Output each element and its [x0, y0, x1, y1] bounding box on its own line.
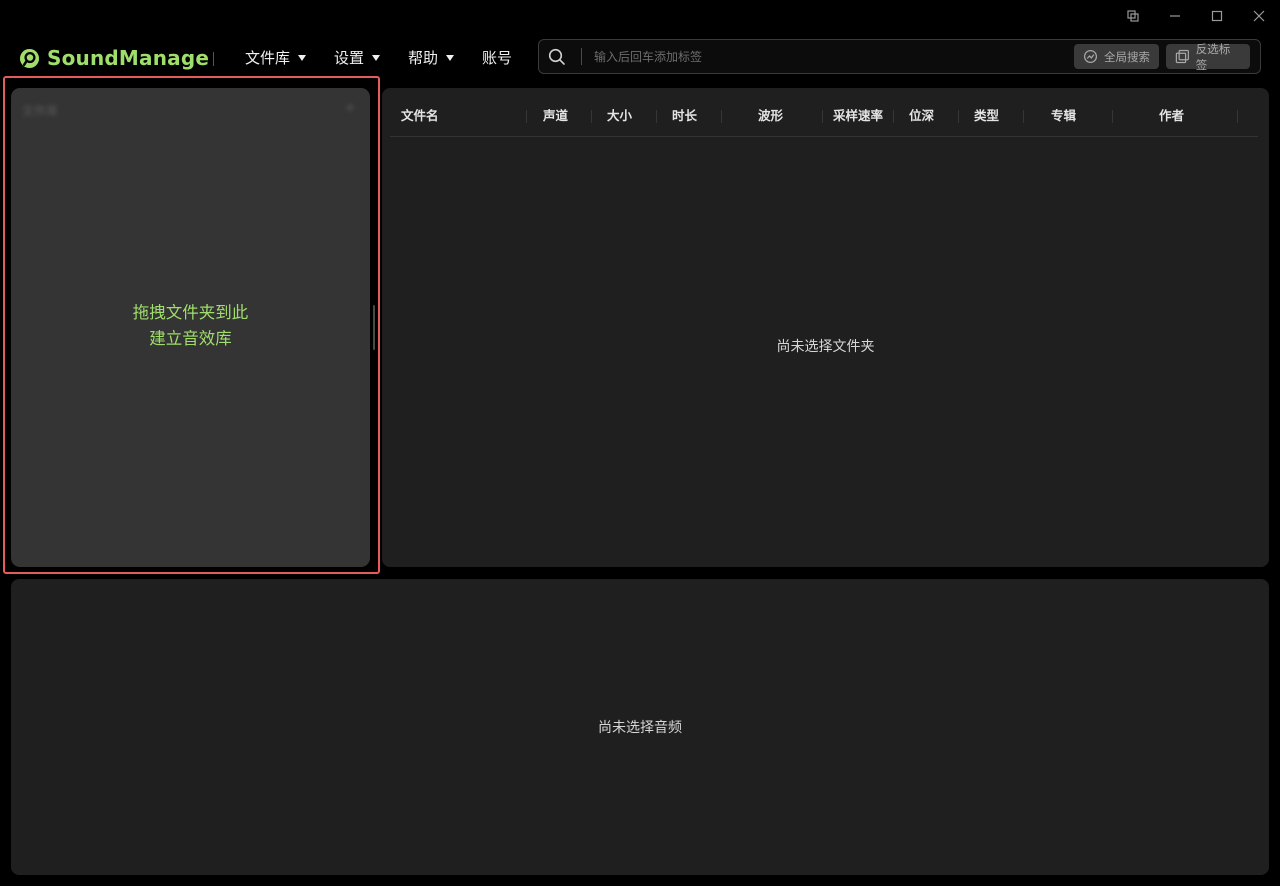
- app-name: SoundManage: [47, 46, 210, 70]
- column-divider[interactable]: [656, 110, 657, 123]
- nav-account[interactable]: 账号: [482, 46, 512, 68]
- nav-settings-label: 设置: [334, 48, 365, 67]
- column-divider[interactable]: [1023, 110, 1024, 123]
- chevron-down-icon: [372, 55, 381, 61]
- main-nav: 文件库 设置 帮助 账号: [245, 46, 540, 68]
- header-divider: [213, 52, 214, 66]
- column-header-channels[interactable]: 声道: [543, 100, 568, 132]
- tag-input[interactable]: [594, 44, 1064, 69]
- global-search-label: 全局搜索: [1104, 49, 1150, 64]
- tag-search-bar: 全局搜索 反选标签: [538, 39, 1261, 74]
- file-table-panel: 文件名 声道 大小 时长 波形 采样速率 位深 类型 专辑 作者 尚未选择文件夹: [382, 88, 1269, 567]
- column-header-bit-depth[interactable]: 位深: [909, 100, 934, 132]
- column-header-sample-rate[interactable]: 采样速率: [833, 100, 883, 132]
- library-drop-hint: 拖拽文件夹到此 建立音效库: [11, 300, 370, 352]
- invert-tags-button[interactable]: 反选标签: [1166, 42, 1250, 72]
- column-divider[interactable]: [958, 110, 959, 123]
- nav-settings-menu[interactable]: 设置: [334, 46, 381, 68]
- invert-select-icon: [1175, 49, 1189, 64]
- global-search-icon: [1083, 49, 1098, 64]
- global-search-button[interactable]: 全局搜索: [1074, 44, 1159, 69]
- logo-icon: [19, 48, 40, 68]
- header: SoundManage 文件库 设置 帮助 账号 输入后回车添加标签 全局搜索 …: [0, 36, 1280, 78]
- nav-library-menu[interactable]: 文件库: [245, 46, 307, 68]
- column-divider[interactable]: [1112, 110, 1113, 123]
- restore-window-icon[interactable]: [1112, 0, 1154, 32]
- column-header-filename[interactable]: 文件名: [401, 100, 439, 132]
- app-logo: SoundManage: [19, 46, 209, 70]
- library-panel-title: 文件库: [22, 104, 59, 118]
- column-divider[interactable]: [822, 110, 823, 123]
- panel-resize-handle[interactable]: [373, 305, 375, 350]
- column-divider[interactable]: [526, 110, 527, 123]
- search-icon[interactable]: [548, 48, 566, 66]
- column-divider[interactable]: [721, 110, 722, 123]
- window-controls: [1112, 0, 1280, 32]
- maximize-icon[interactable]: [1196, 0, 1238, 32]
- audio-empty-state: 尚未选择音频: [598, 720, 682, 736]
- column-header-type[interactable]: 类型: [974, 100, 999, 132]
- search-divider: [581, 48, 582, 65]
- column-header-waveform[interactable]: 波形: [758, 100, 783, 132]
- file-table-header: 文件名 声道 大小 时长 波形 采样速率 位深 类型 专辑 作者: [390, 100, 1258, 137]
- column-header-size[interactable]: 大小: [607, 100, 632, 132]
- drop-hint-line2: 建立音效库: [149, 329, 232, 348]
- chevron-down-icon: [446, 55, 455, 61]
- column-header-album[interactable]: 专辑: [1051, 100, 1076, 132]
- minimize-icon[interactable]: [1154, 0, 1196, 32]
- add-library-icon[interactable]: +: [344, 100, 356, 116]
- column-divider[interactable]: [591, 110, 592, 123]
- column-divider[interactable]: [893, 110, 894, 123]
- library-drop-zone[interactable]: 文件库 + 拖拽文件夹到此 建立音效库: [11, 88, 370, 567]
- nav-account-label: 账号: [482, 48, 513, 67]
- file-table-empty-state: 尚未选择文件夹: [776, 339, 875, 355]
- invert-tags-label: 反选标签: [1195, 41, 1231, 72]
- close-icon[interactable]: [1238, 0, 1280, 32]
- chevron-down-icon: [298, 55, 307, 61]
- drop-hint-line1: 拖拽文件夹到此: [132, 303, 249, 322]
- column-divider[interactable]: [1237, 110, 1238, 123]
- audio-detail-panel: 尚未选择音频: [11, 579, 1269, 875]
- column-header-duration[interactable]: 时长: [672, 100, 697, 132]
- nav-help-label: 帮助: [408, 48, 439, 67]
- column-header-author[interactable]: 作者: [1159, 100, 1184, 132]
- nav-help-menu[interactable]: 帮助: [408, 46, 455, 68]
- nav-library-label: 文件库: [245, 48, 291, 67]
